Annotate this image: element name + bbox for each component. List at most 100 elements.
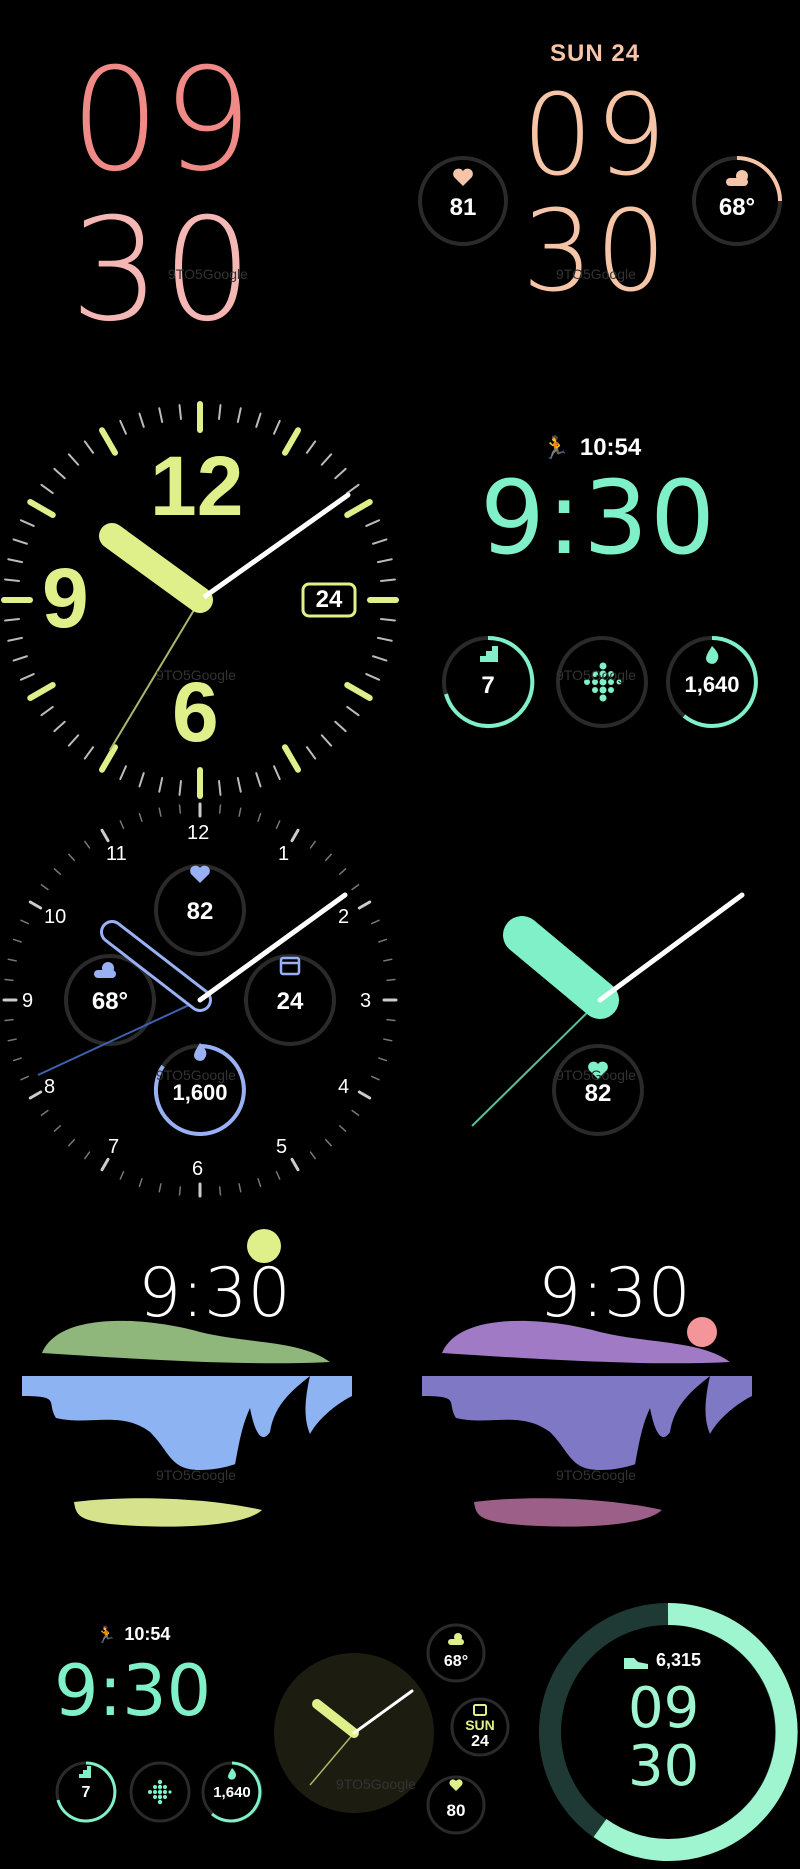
minute-tick <box>218 804 222 814</box>
minute-tick <box>7 958 17 962</box>
watermark: 9TO5Google <box>156 1067 236 1083</box>
hour-tick <box>344 499 373 518</box>
partly-cloudy-icon <box>726 170 748 186</box>
face-analog-minimal[interactable]: 82 <box>400 800 800 1200</box>
face-digital-complications[interactable]: SUN 24 09 30 81 68° <box>410 36 800 326</box>
steps-value: 7 <box>81 1784 91 1801</box>
workout-time-row: 🏃 10:54 <box>96 1624 170 1645</box>
minute-tick <box>119 419 127 435</box>
numeral-7: 7 <box>108 1136 120 1158</box>
minute-tick <box>346 705 360 717</box>
minute-tick <box>365 673 381 681</box>
date-value: 24 <box>276 988 304 1015</box>
minute-tick <box>238 1183 242 1193</box>
face-digital-large[interactable]: 09 30 <box>60 38 350 342</box>
minute-tick <box>138 412 145 428</box>
numeral-9: 9 <box>22 990 34 1012</box>
minute-tick <box>84 840 91 849</box>
stairs-icon <box>79 1766 91 1778</box>
minute-tick <box>138 1178 143 1188</box>
minute-tick <box>19 673 35 681</box>
shoe-icon <box>624 1658 648 1669</box>
calories-value: 1,640 <box>684 672 740 697</box>
stairs-icon <box>480 646 498 662</box>
minute-tick <box>370 919 380 925</box>
minute-tick <box>218 1186 222 1196</box>
face-analog-complications[interactable]: 12 1 2 3 4 5 6 7 8 9 10 11 82 68° 24 1,6… <box>0 800 400 1200</box>
main-time: 9:30 <box>54 1650 212 1732</box>
hour-tick <box>282 744 301 773</box>
calories-complication[interactable]: 1,640 <box>664 634 760 730</box>
face-analog-bold[interactable]: 12 9 6 24 <box>0 400 400 800</box>
minute-tick <box>334 720 347 733</box>
watermark: 9TO5Google <box>336 1776 416 1792</box>
minute-tick <box>255 412 262 428</box>
face-digital-fitness[interactable]: 🏃 10:54 9:30 7 1,640 <box>420 420 780 740</box>
fitbit-icon <box>148 1779 172 1805</box>
minute-tick <box>275 1170 281 1180</box>
numeral-5: 5 <box>276 1136 288 1158</box>
shore-shape <box>474 1498 662 1527</box>
minute-tick <box>119 765 127 781</box>
flame-icon <box>706 646 719 664</box>
minute-tick <box>218 780 222 796</box>
calories-complication[interactable]: 1,640 <box>200 1760 264 1824</box>
date-value: 24 <box>315 586 343 613</box>
minute-tick <box>68 1138 75 1147</box>
minute-tick <box>334 467 347 480</box>
face-steps-ring[interactable]: 6,315 09 30 <box>536 1600 800 1864</box>
minutes-digits: 30 <box>522 187 669 317</box>
minute-tick <box>346 483 360 495</box>
minute-tick <box>377 636 393 642</box>
steps-complication[interactable]: 7 <box>54 1760 118 1824</box>
hour-tick <box>28 1090 43 1100</box>
minute-tick <box>255 772 262 788</box>
minute-tick <box>19 519 35 527</box>
minute-tick <box>338 868 347 875</box>
numeral-9: 9 <box>42 551 89 645</box>
numeral-12: 12 <box>150 439 244 533</box>
minute-tick <box>351 1109 360 1116</box>
numeral-8: 8 <box>44 1076 56 1098</box>
date-num: 24 <box>471 1733 489 1750</box>
minute-tick <box>338 1125 347 1132</box>
face-digital-fitness-small[interactable]: 🏃 10:54 9:30 7 1,640 <box>40 1610 263 1850</box>
weather-value: 68° <box>91 988 129 1015</box>
minute-tick <box>380 578 396 582</box>
heart-icon <box>449 1779 463 1791</box>
hour-tick <box>28 900 43 910</box>
face-analog-side-complications[interactable]: 68° SUN 24 80 <box>270 1615 520 1855</box>
sun-shape <box>687 1317 717 1347</box>
minute-tick <box>236 407 242 423</box>
workout-time: 10:54 <box>579 434 642 461</box>
watermark: 9TO5Google <box>156 667 236 683</box>
face-landscape-dusk[interactable]: 9:30 <box>400 1220 800 1550</box>
watermark: 9TO5Google <box>156 1467 236 1483</box>
minute-tick <box>7 558 23 564</box>
date-label: SUN 24 <box>550 40 641 67</box>
minute-tick <box>12 1057 22 1062</box>
minute-tick <box>178 404 182 420</box>
minute-tick <box>53 720 66 733</box>
fitbit-complication[interactable] <box>128 1760 192 1824</box>
minute-tick <box>372 655 388 662</box>
watermark: 9TO5Google <box>556 1067 636 1083</box>
steps-complication[interactable]: 7 <box>440 634 536 730</box>
minute-tick <box>273 765 281 781</box>
minute-tick <box>305 440 317 454</box>
heart-rate-complication[interactable]: 81 <box>416 154 510 248</box>
minute-tick <box>4 618 20 622</box>
minute-tick <box>380 618 396 622</box>
weather-complication[interactable]: 68° <box>690 154 784 248</box>
hour-tick <box>27 682 56 701</box>
hours-digits: 09 <box>70 38 255 203</box>
date-day: SUN <box>465 1717 495 1733</box>
minute-tick <box>158 777 164 793</box>
minute-tick <box>372 538 388 545</box>
minute-tick <box>351 884 360 891</box>
flame-icon <box>228 1768 236 1780</box>
analog-dial-small <box>2 802 398 1198</box>
partly-cloudy-icon <box>94 962 116 978</box>
face-landscape-day[interactable]: 9:30 <box>0 1220 400 1550</box>
hour-tick <box>100 828 110 843</box>
